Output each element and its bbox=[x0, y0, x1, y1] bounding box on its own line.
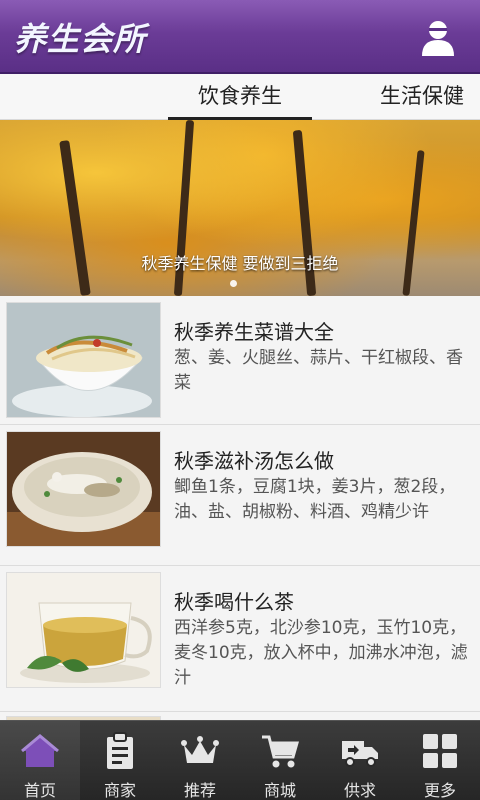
nav-label: 首页 bbox=[23, 781, 56, 800]
article-desc: 葱、姜、火腿丝、蒜片、干红椒段、香菜 bbox=[174, 348, 463, 393]
app-title: 养生会所 bbox=[14, 20, 147, 58]
tea-cup-image bbox=[6, 572, 161, 688]
article-desc: 鲫鱼1条，豆腐1块，姜3片，葱2段，油、盐、胡椒粉、料酒、鸡精少许 bbox=[174, 477, 456, 522]
nav-recommend[interactable]: 推荐 bbox=[160, 721, 240, 800]
nav-label: 更多 bbox=[423, 781, 456, 800]
truck-icon bbox=[342, 741, 378, 767]
banner-caption: 秋季养生保健 要做到三拒绝 bbox=[141, 254, 339, 273]
nav-home[interactable]: 首页 bbox=[0, 721, 80, 800]
cart-icon bbox=[262, 735, 299, 768]
nav-merchant[interactable]: 商家 bbox=[80, 721, 160, 800]
noodle-bowl-image bbox=[6, 302, 161, 418]
nav-more[interactable]: 更多 bbox=[400, 721, 480, 800]
fish-soup-image bbox=[6, 431, 161, 547]
home-icon bbox=[21, 734, 59, 767]
article-title: 秋季滋补汤怎么做 bbox=[174, 449, 334, 473]
grid-icon bbox=[423, 734, 457, 768]
merchant-icon bbox=[107, 732, 133, 769]
nav-label: 推荐 bbox=[183, 781, 216, 800]
category-tabs: 饮食养生 生活保健 bbox=[0, 74, 480, 120]
list-item[interactable]: 秋季喝什么茶 西洋参5克，北沙参10克，玉竹10克，麦冬10克，放入杯中，加沸水… bbox=[0, 566, 480, 712]
nav-mall[interactable]: 商城 bbox=[240, 721, 320, 800]
nav-label: 供求 bbox=[343, 781, 376, 800]
tab-diet[interactable]: 饮食养生 bbox=[168, 74, 312, 120]
list-item[interactable]: 秋季滋补汤怎么做 鲫鱼1条，豆腐1块，姜3片，葱2段，油、盐、胡椒粉、料酒、鸡精… bbox=[0, 425, 480, 566]
article-title: 秋季喝什么茶 bbox=[174, 590, 294, 614]
article-list: 秋季养生菜谱大全 葱、姜、火腿丝、蒜片、干红椒段、香菜 秋季滋补汤怎么做 鲫鱼1… bbox=[0, 296, 480, 720]
app-header: 养生会所 bbox=[0, 0, 480, 74]
nav-label: 商城 bbox=[263, 781, 296, 800]
carousel-indicator-dot bbox=[230, 280, 237, 287]
nav-label: 商家 bbox=[103, 781, 136, 800]
user-icon[interactable] bbox=[418, 18, 458, 58]
list-item-partial bbox=[0, 712, 480, 720]
article-title: 秋季养生菜谱大全 bbox=[174, 320, 334, 344]
tab-lifestyle[interactable]: 生活保健 bbox=[380, 74, 480, 120]
list-item[interactable]: 秋季养生菜谱大全 葱、姜、火腿丝、蒜片、干红椒段、香菜 bbox=[0, 296, 480, 425]
banner-carousel[interactable]: 秋季养生保健 要做到三拒绝 bbox=[0, 120, 480, 296]
bottom-nav: 首页 商家 推荐 商城 供求 更多 bbox=[0, 720, 480, 800]
nav-supply[interactable]: 供求 bbox=[320, 721, 400, 800]
article-desc: 西洋参5克，北沙参10克，玉竹10克，麦冬10克，放入杯中，加沸水冲泡，滤汁 bbox=[174, 618, 468, 688]
crown-icon bbox=[181, 736, 219, 763]
